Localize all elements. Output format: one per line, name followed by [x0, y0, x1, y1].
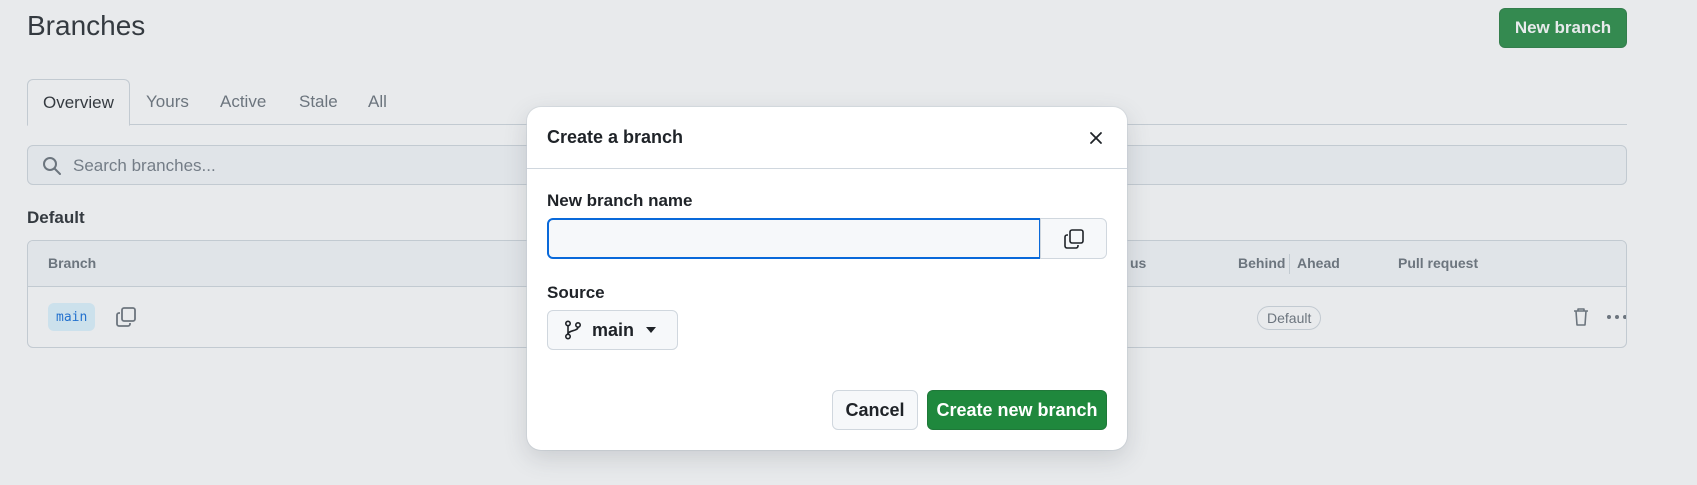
- dialog-title: Create a branch: [547, 127, 684, 147]
- chevron-down-icon: [646, 327, 657, 333]
- source-label: Source: [547, 283, 605, 302]
- cancel-button[interactable]: Cancel: [832, 390, 918, 430]
- source-branch-select[interactable]: main: [547, 310, 678, 350]
- close-icon: [1090, 132, 1102, 144]
- source-branch-value: main: [592, 319, 635, 340]
- copy-icon: [1063, 228, 1084, 249]
- git-branch-icon: [564, 320, 582, 340]
- copy-name-button[interactable]: [1040, 218, 1107, 259]
- branch-name-label: New branch name: [547, 191, 693, 210]
- close-button[interactable]: [1083, 125, 1109, 151]
- create-branch-button[interactable]: Create new branch: [927, 390, 1107, 430]
- dialog-header: Create a branch: [527, 107, 1127, 169]
- create-branch-dialog: Create a branch New branch name Source m…: [527, 107, 1127, 450]
- branch-name-input[interactable]: [547, 218, 1041, 259]
